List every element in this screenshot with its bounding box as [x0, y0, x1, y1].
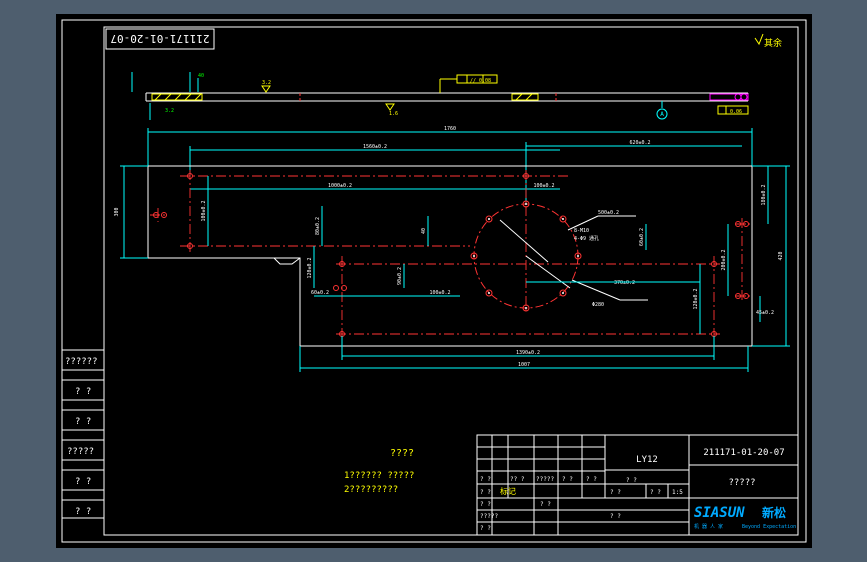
row-label-3: ????? — [480, 513, 498, 520]
vertical-a-text: 100±0.2 — [201, 200, 207, 221]
hole-note-label: 8-M10 — [574, 228, 589, 234]
drawing-sheet: 211171-01-20-07 其余 40 3.2 // 0.08 0.06 A… — [56, 14, 812, 548]
weight-text: 1:5 — [672, 489, 683, 496]
left-row-4: ? ? — [75, 477, 91, 487]
row-label-2: ? ? — [480, 501, 491, 508]
scale-label-0: ? ? — [626, 477, 637, 484]
hole — [333, 285, 339, 291]
right-offset-text: 620±0.2 — [629, 140, 650, 146]
side-dim-a: 40 — [198, 73, 204, 79]
small-b-text: 90±0.2 — [397, 267, 403, 285]
bottom-length-text: 1007 — [518, 362, 530, 368]
feature-frame-text: // 0.08 — [470, 78, 491, 84]
row-label-1: ? ? — [480, 489, 491, 496]
company-cn: 新松 — [762, 505, 786, 520]
roughness-mark-2 — [385, 103, 395, 111]
hole-span-lower-text: 1390±0.2 — [516, 350, 540, 356]
overall-length-text: 1760 — [444, 126, 456, 132]
roughness-symbol — [754, 33, 764, 46]
left-row-5: ? ? — [75, 507, 91, 517]
notes-line-1: 1?????? ????? — [344, 471, 414, 481]
center-lines — [150, 170, 750, 340]
scale-label-2: ? ? — [650, 489, 661, 496]
feature-frame-right-text: 0.06 — [730, 109, 742, 115]
hole-span-lower-v-text: 120±0.2 — [693, 288, 699, 309]
sign-row-text: ? ? — [610, 513, 621, 520]
stamp-text: 标记 — [500, 486, 516, 496]
inner-frame — [103, 26, 799, 536]
right-v2-text: 200±0.2 — [721, 249, 727, 270]
right-v1-text: 180±0.2 — [761, 184, 767, 205]
small-a-text: 100±0.2 — [429, 290, 450, 296]
feature-frame-top: // 0.08 — [439, 74, 498, 93]
outer-frame — [61, 19, 807, 543]
scale-label-1: ? ? — [610, 489, 621, 496]
dim-hole-span-main: 1560±0.2 — [189, 144, 560, 176]
material-text: LY12 — [636, 455, 658, 465]
dim-middle: 1000±0.2 100±0.2 — [190, 183, 560, 190]
left-row-0: ?????? — [65, 357, 98, 367]
datum-label: A — [660, 111, 664, 118]
rotated-drawing-number: 211171-01-20-07 — [110, 32, 209, 45]
left-row-3: ????? — [67, 447, 94, 457]
col-label-0: ?? ? — [510, 476, 525, 483]
title-drawing-number: 211171-01-20-07 — [703, 448, 784, 458]
middle-small-text: 100±0.2 — [533, 183, 554, 189]
plate-outline — [147, 165, 753, 347]
small-left-text: 60±0.2 — [311, 290, 329, 296]
row-label-0: ? ? — [480, 476, 491, 483]
side-dim-b: 3.2 — [165, 108, 174, 114]
notes-heading: ???? — [390, 448, 414, 459]
col-label-2: ????? — [536, 476, 554, 483]
drawing-canvas[interactable]: 211171-01-20-07 其余 40 3.2 // 0.08 0.06 A… — [56, 14, 812, 548]
hole-note-2-label: 4-Φ9 通孔 — [574, 235, 599, 242]
surface-finish-note: 其余 — [764, 37, 782, 49]
mid-dim-label: 500±0.2 — [598, 210, 619, 216]
mid-dim-2-label: 370±0.2 — [614, 280, 635, 286]
middle-dim-text: 1000±0.2 — [328, 183, 352, 189]
vertical-b-text: 80±0.2 — [315, 217, 321, 235]
slogan-cn: 机 器 人 家 — [694, 523, 723, 530]
small-c-text: 40 — [421, 228, 427, 234]
cad-viewport[interactable]: 211171-01-20-07 其余 40 3.2 // 0.08 0.06 A… — [0, 0, 867, 562]
roughness-value-1: 3.2 — [262, 80, 271, 86]
dims-vertical-right — [645, 165, 790, 347]
dims-vertical-left — [120, 165, 460, 297]
left-row-2: ? ? — [75, 417, 91, 427]
col-label-5: ? ? — [540, 501, 551, 508]
holes — [153, 173, 749, 337]
notes-line-2: 2????????? — [344, 485, 398, 495]
rotated-number-box: 211171-01-20-07 — [105, 28, 215, 50]
left-info-block: ?????? ? ? ? ? ????? ? ? ? ? — [61, 349, 105, 519]
vertical-c-text: 120±0.2 — [307, 257, 313, 278]
feature-frame-right: 0.06 — [717, 105, 749, 115]
overall-height-text: 420 — [778, 251, 784, 260]
hole-span-main-text: 1560±0.2 — [363, 144, 387, 150]
right-lower-text: 45±0.2 — [756, 310, 774, 316]
small-vert-text: 60±0.2 — [639, 228, 645, 246]
row-label-4: ? ? — [480, 525, 491, 532]
col-label-3: ? ? — [562, 476, 573, 483]
col-label-4: ? ? — [586, 476, 597, 483]
title-block: LY12 211171-01-20-07 ????? ? ? ? ? ? ? ?… — [476, 434, 799, 536]
left-row-1: ? ? — [75, 387, 91, 397]
part-name-text: ????? — [728, 478, 755, 488]
slogan-en: Beyond Expectation — [742, 524, 796, 530]
plate-notch — [273, 257, 301, 265]
company-logo: SIASUN — [694, 505, 745, 521]
bolt-circle-label: Φ280 — [592, 302, 604, 308]
roughness-value-2: 1.6 — [389, 111, 398, 117]
roughness-mark-1 — [261, 85, 271, 93]
left-height-text: 300 — [114, 207, 120, 216]
datum-marker: A — [656, 101, 668, 120]
